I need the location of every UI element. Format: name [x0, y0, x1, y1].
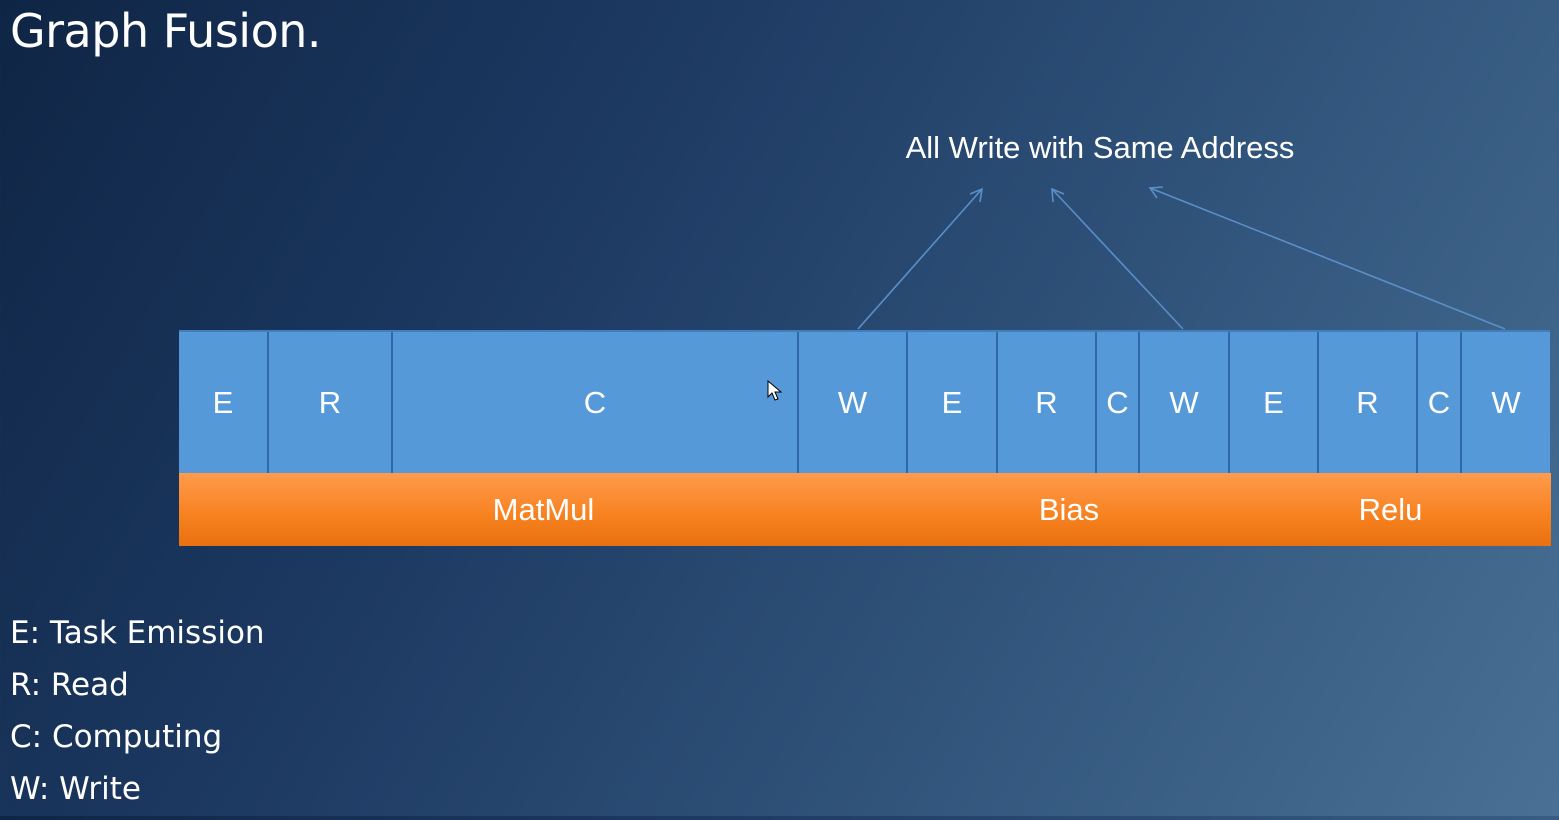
task-read-cell: R	[269, 332, 393, 473]
task-timeline: E R C W E R C W E R C W	[179, 330, 1550, 473]
task-compute-cell: C	[1418, 332, 1462, 473]
op-relu: Relu	[1358, 491, 1423, 527]
legend-item-computing: C: Computing	[10, 719, 223, 755]
arrow-matmul-write	[857, 188, 983, 330]
task-compute-cell: C	[1097, 332, 1140, 473]
task-read-cell: R	[998, 332, 1097, 473]
legend: E: Task Emission R: Read C: Computing W:…	[10, 612, 265, 820]
op-bias: Bias	[1038, 491, 1100, 527]
operation-timeline: MatMul Bias Relu	[179, 473, 1551, 546]
legend-item-write: W: Write	[10, 771, 141, 807]
mouse-cursor-icon	[767, 380, 783, 401]
task-read-cell: R	[1319, 332, 1418, 473]
task-emission-cell: E	[1230, 332, 1319, 473]
task-write-cell: W	[1491, 384, 1521, 420]
arrow-bias-write	[1051, 188, 1184, 330]
task-write-cell: W	[799, 332, 908, 473]
task-write-cell: W	[1140, 332, 1230, 473]
legend-item-emission: E: Task Emission	[10, 615, 265, 651]
op-matmul: MatMul	[492, 491, 595, 527]
task-emission-cell: E	[179, 332, 269, 473]
legend-item-read: R: Read	[10, 667, 129, 703]
task-compute-cell: C	[393, 332, 799, 473]
task-emission-cell: E	[908, 332, 998, 473]
arrow-relu-write	[1149, 187, 1506, 330]
